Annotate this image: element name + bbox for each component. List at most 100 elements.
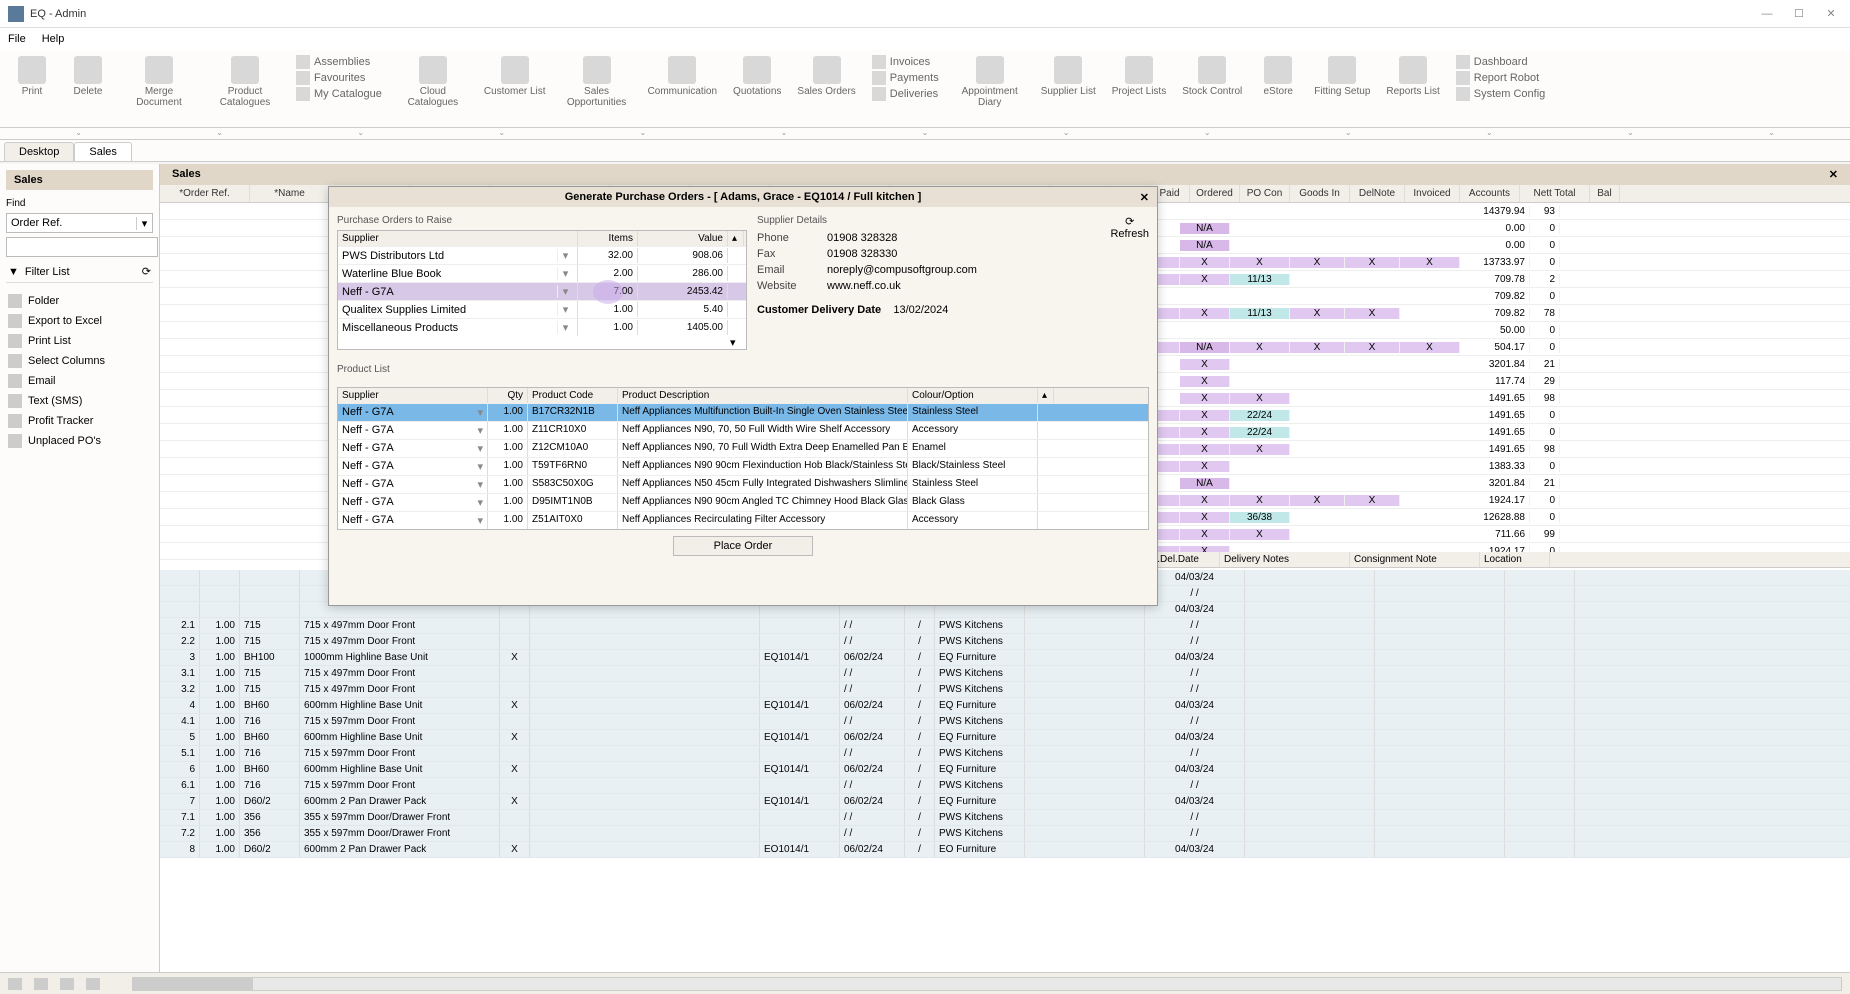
grid-column-header[interactable]: DelNote xyxy=(1350,185,1405,202)
grid-column-header[interactable]: Nett Total xyxy=(1520,185,1590,202)
chevron-down-icon[interactable]: ▾ xyxy=(557,249,573,262)
chevron-down-icon[interactable]: ▾ xyxy=(477,460,483,473)
chevron-down-icon[interactable]: ▾ xyxy=(477,496,483,509)
chevron-down-icon[interactable]: ⌄ xyxy=(572,128,713,139)
ribbon-report-robot[interactable]: Report Robot xyxy=(1456,70,1546,86)
detail-row[interactable]: 31.00BH1001000mm Highline Base UnitXEQ10… xyxy=(160,650,1850,666)
po-row[interactable]: PWS Distributors Ltd▾32.00908.06 xyxy=(338,246,746,264)
maximize-button[interactable]: ☐ xyxy=(1792,7,1806,21)
statusbar-icon[interactable] xyxy=(8,978,22,990)
grid-column-header[interactable]: PO Con xyxy=(1240,185,1290,202)
detail-row[interactable]: 51.00BH60600mm Highline Base UnitXEQ1014… xyxy=(160,730,1850,746)
nav-item[interactable]: Export to Excel xyxy=(6,311,153,331)
detail-row[interactable]: 6.11.00716715 x 597mm Door Front/ //PWS … xyxy=(160,778,1850,794)
ribbon-stock-control[interactable]: Stock Control xyxy=(1178,54,1246,99)
scrollbar-thumb[interactable] xyxy=(133,978,253,990)
chevron-down-icon[interactable]: ⌄ xyxy=(431,128,572,139)
grid-column-header[interactable]: Ordered xyxy=(1190,185,1240,202)
ribbon-product-catalogues[interactable]: Product Catalogues xyxy=(206,54,284,110)
ribbon-communication[interactable]: Communication xyxy=(644,54,721,99)
pl-header-qty[interactable]: Qty xyxy=(488,388,528,403)
detail-row[interactable]: 3.11.00715715 x 497mm Door Front/ //PWS … xyxy=(160,666,1850,682)
chevron-down-icon[interactable]: ⌄ xyxy=(854,128,995,139)
menu-help[interactable]: Help xyxy=(42,33,65,45)
chevron-down-icon[interactable]: ▾ xyxy=(477,514,483,527)
detail-row[interactable]: 61.00BH60600mm Highline Base UnitXEQ1014… xyxy=(160,762,1850,778)
detail-row[interactable]: 4.11.00716715 x 597mm Door Front/ //PWS … xyxy=(160,714,1850,730)
detail-row[interactable]: 7.21.00356355 x 597mm Door/Drawer Front/… xyxy=(160,826,1850,842)
scroll-up-icon[interactable]: ▴ xyxy=(1038,388,1054,403)
detail-row[interactable]: 5.11.00716715 x 597mm Door Front/ //PWS … xyxy=(160,746,1850,762)
product-row[interactable]: Neff - G7A▾1.00Z51AIT0X0Neff Appliances … xyxy=(338,511,1148,529)
chevron-down-icon[interactable]: ⌄ xyxy=(1701,128,1842,139)
ribbon-assemblies[interactable]: Assemblies xyxy=(296,54,382,70)
ribbon-dashboard[interactable]: Dashboard xyxy=(1456,54,1546,70)
pl-header-code[interactable]: Product Code xyxy=(528,388,618,403)
grid-column-header[interactable]: Bal xyxy=(1590,185,1620,202)
po-header-items[interactable]: Items xyxy=(578,231,638,246)
chevron-down-icon[interactable]: ⌄ xyxy=(1419,128,1560,139)
product-row[interactable]: Neff - G7A▾1.00S583C50X0GNeff Appliances… xyxy=(338,475,1148,493)
refresh-icon[interactable]: ⟳ xyxy=(142,265,151,278)
close-button[interactable]: ✕ xyxy=(1824,7,1838,21)
tab-desktop[interactable]: Desktop xyxy=(4,142,74,161)
chevron-down-icon[interactable]: ⌄ xyxy=(149,128,290,139)
filter-list-label[interactable]: Filter List xyxy=(25,266,70,278)
detail-row[interactable]: 3.21.00715715 x 497mm Door Front/ //PWS … xyxy=(160,682,1850,698)
po-row[interactable]: Waterline Blue Book▾2.00286.00 xyxy=(338,264,746,282)
detail-row[interactable]: 71.00D60/2600mm 2 Pan Drawer PackXEQ1014… xyxy=(160,794,1850,810)
ribbon-deliveries[interactable]: Deliveries xyxy=(872,86,939,102)
search-by-select[interactable]: Order Ref.▾ xyxy=(6,213,153,233)
chevron-down-icon[interactable]: ▾ xyxy=(557,267,573,280)
po-header-value[interactable]: Value xyxy=(638,231,728,246)
horizontal-scrollbar[interactable] xyxy=(132,977,1842,991)
chevron-down-icon[interactable]: ▾ xyxy=(477,406,483,419)
ribbon-merge-document[interactable]: Merge Document xyxy=(120,54,198,110)
product-row[interactable]: Neff - G7A▾1.00D95IMT1N0BNeff Appliances… xyxy=(338,493,1148,511)
ribbon-sales-orders[interactable]: Sales Orders xyxy=(793,54,859,99)
statusbar-icon[interactable] xyxy=(60,978,74,990)
col-consignment-note[interactable]: Consignment Note xyxy=(1350,552,1480,567)
grid-column-header[interactable]: *Order Ref. xyxy=(160,185,250,202)
nav-item[interactable]: Email xyxy=(6,371,153,391)
chevron-down-icon[interactable]: ⌄ xyxy=(713,128,854,139)
pl-header-colour[interactable]: Colour/Option xyxy=(908,388,1038,403)
statusbar-icon[interactable] xyxy=(86,978,100,990)
nav-item[interactable]: Text (SMS) xyxy=(6,391,153,411)
chevron-down-icon[interactable]: ▾ xyxy=(136,217,152,230)
detail-row[interactable]: 7.11.00356355 x 597mm Door/Drawer Front/… xyxy=(160,810,1850,826)
ribbon-reports-list[interactable]: Reports List xyxy=(1382,54,1443,99)
chevron-down-icon[interactable]: ▾ xyxy=(477,442,483,455)
scroll-up-icon[interactable]: ▴ xyxy=(728,231,744,246)
po-row[interactable]: Neff - G7A▾7.002453.42 xyxy=(338,282,746,300)
detail-row[interactable]: 81.00D60/2600mm 2 Pan Drawer PackXEO1014… xyxy=(160,842,1850,858)
ribbon-quotations[interactable]: Quotations xyxy=(729,54,785,99)
nav-item[interactable]: Print List xyxy=(6,331,153,351)
minimize-button[interactable]: — xyxy=(1760,7,1774,21)
search-input[interactable] xyxy=(6,237,158,257)
detail-grid-body[interactable]: 04/03/24/ /04/03/242.11.00715715 x 497mm… xyxy=(160,570,1850,972)
dialog-close-button[interactable]: ✕ xyxy=(1140,191,1149,204)
ribbon-print[interactable]: Print xyxy=(8,54,56,99)
po-row[interactable]: Miscellaneous Products▾1.001405.00 xyxy=(338,318,746,336)
chevron-down-icon[interactable]: ⌄ xyxy=(1560,128,1701,139)
grid-column-header[interactable]: Invoiced xyxy=(1405,185,1460,202)
statusbar-icon[interactable] xyxy=(34,978,48,990)
grid-column-header[interactable]: Accounts xyxy=(1460,185,1520,202)
detail-row[interactable]: 41.00BH60600mm Highline Base UnitXEQ1014… xyxy=(160,698,1850,714)
ribbon-delete[interactable]: Delete xyxy=(64,54,112,99)
product-row[interactable]: Neff - G7A▾1.00Z11CR10X0Neff Appliances … xyxy=(338,421,1148,439)
ribbon-favourites[interactable]: Favourites xyxy=(296,70,382,86)
ribbon-system-config[interactable]: System Config xyxy=(1456,86,1546,102)
col-location[interactable]: Location xyxy=(1480,552,1550,567)
ribbon-project-lists[interactable]: Project Lists xyxy=(1108,54,1170,99)
pl-header-desc[interactable]: Product Description xyxy=(618,388,908,403)
place-order-button[interactable]: Place Order xyxy=(673,536,814,556)
product-row[interactable]: Neff - G7A▾1.00Z12CM10A0Neff Appliances … xyxy=(338,439,1148,457)
pl-header-supplier[interactable]: Supplier xyxy=(338,388,488,403)
ribbon-customer-list[interactable]: Customer List xyxy=(480,54,550,99)
ribbon-appointment-diary[interactable]: Appointment Diary xyxy=(951,54,1029,110)
ribbon-sales-opportunities[interactable]: Sales Opportunities xyxy=(558,54,636,110)
ribbon-fitting-setup[interactable]: Fitting Setup xyxy=(1310,54,1374,99)
refresh-button[interactable]: ⟳Refresh xyxy=(1110,215,1149,240)
